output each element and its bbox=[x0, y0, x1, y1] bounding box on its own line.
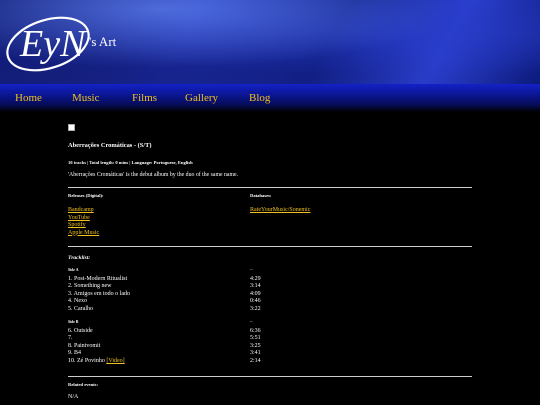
track-row: 10. Zé Povinho [Video] 2:14 bbox=[68, 358, 472, 365]
track-duration: 3:14 bbox=[250, 283, 261, 289]
track-duration: 3:25 bbox=[250, 342, 261, 349]
track-title: 5. Caralho bbox=[68, 305, 93, 312]
track-title: 6. Outside bbox=[68, 327, 93, 334]
track-title: 9. B4 bbox=[68, 350, 82, 356]
track-duration: 5:51 bbox=[250, 335, 261, 341]
track-duration: 3:22 bbox=[250, 305, 261, 312]
track-title: 8. Paintvomit bbox=[68, 342, 101, 349]
releases-label: Releases (Digital): bbox=[68, 193, 104, 198]
track-row: 3. Amigos em todo o lado 4:09 bbox=[68, 291, 472, 298]
side-b-label: Side B bbox=[68, 320, 79, 324]
nav-gallery[interactable]: Gallery bbox=[185, 92, 218, 104]
track-title: 2. Something new bbox=[68, 283, 112, 289]
album-title: Aberrações Cromáticas - (S/T) bbox=[68, 142, 152, 149]
track-title: 1. Post-Modern Ritualist bbox=[68, 275, 128, 282]
events-label: Related events: bbox=[68, 382, 98, 387]
track-row: 9. B4 3:41 bbox=[68, 350, 472, 357]
main-nav: Home Music Films Gallery Blog bbox=[0, 84, 540, 112]
tracklist-title: Tracklist: bbox=[68, 255, 91, 261]
site-logo[interactable]: EyN bbox=[2, 8, 98, 74]
track-row: 4. Nexo 0:46 bbox=[68, 298, 472, 305]
track-title: 10. Zé Povinho bbox=[68, 357, 105, 364]
album-cover-image bbox=[68, 124, 75, 131]
events-value: N/A bbox=[68, 394, 79, 400]
divider bbox=[68, 187, 472, 188]
track-row: 7. 5:51 bbox=[68, 335, 472, 342]
track-row: 5. Caralho 3:22 bbox=[68, 306, 472, 313]
album-meta: 10 tracks | Total length: 0 mins | Langu… bbox=[68, 160, 193, 165]
link-spotify[interactable]: Spotify bbox=[68, 222, 86, 230]
logo-text: EyN bbox=[19, 23, 88, 65]
nav-blog[interactable]: Blog bbox=[249, 92, 270, 104]
track-row: 1. Post-Modern Ritualist 4:29 bbox=[68, 276, 472, 283]
nav-music[interactable]: Music bbox=[72, 92, 100, 104]
brand-suffix: 's Art bbox=[89, 34, 117, 49]
databases-label: Databases: bbox=[250, 193, 272, 198]
track-duration: 4:29 bbox=[250, 275, 261, 282]
link-apple-music[interactable]: Apple Music bbox=[68, 230, 99, 238]
album-description: 'Aberrações Cromáticas' is the debut alb… bbox=[68, 172, 238, 178]
link-rateyourmusic[interactable]: RateYourMusic/Sonemic bbox=[250, 207, 310, 215]
link-bandcamp[interactable]: Bandcamp bbox=[68, 207, 94, 215]
nav-home[interactable]: Home bbox=[15, 92, 42, 104]
header-banner: EyN 's Art bbox=[0, 0, 540, 84]
divider bbox=[68, 376, 472, 377]
track-row: 8. Paintvomit 3:25 bbox=[68, 343, 472, 350]
track-duration: 2:14 bbox=[250, 357, 261, 364]
track-duration: 0:46 bbox=[250, 298, 261, 304]
link-youtube[interactable]: YouTube bbox=[68, 215, 90, 223]
track-duration: 4:09 bbox=[250, 290, 261, 297]
track-title: 7. bbox=[68, 335, 73, 341]
track-title-wrap: 10. Zé Povinho [Video] bbox=[68, 358, 125, 366]
track-row: 2. Something new 3:14 bbox=[68, 283, 472, 290]
divider bbox=[68, 246, 472, 247]
track-row: 6. Outside 6:36 bbox=[68, 328, 472, 335]
video-link[interactable]: [Video] bbox=[106, 358, 124, 364]
side-a-label: Side A bbox=[68, 268, 79, 272]
nav-films[interactable]: Films bbox=[132, 92, 157, 104]
side-b-dash: -- bbox=[250, 319, 253, 324]
track-duration: 3:41 bbox=[250, 350, 261, 356]
side-a-dash: -- bbox=[250, 267, 253, 272]
track-title: 3. Amigos em todo o lado bbox=[68, 290, 130, 297]
track-duration: 6:36 bbox=[250, 327, 261, 334]
track-title: 4. Nexo bbox=[68, 298, 87, 304]
